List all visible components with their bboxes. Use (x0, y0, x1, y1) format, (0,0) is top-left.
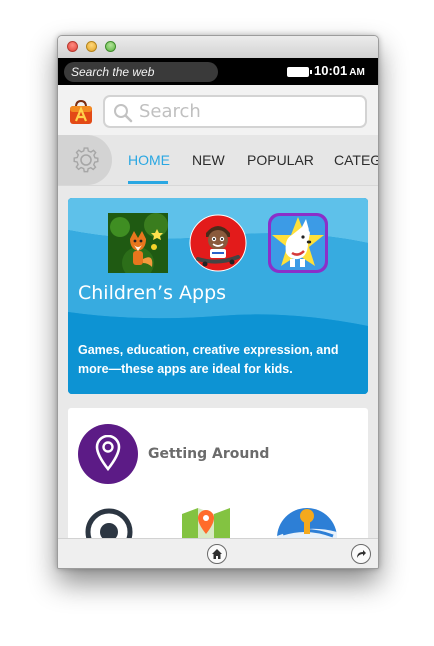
forward-icon (357, 550, 366, 558)
marketplace-logo-icon (68, 99, 94, 125)
app-window: Search the web 10:01 AM Search HOME NEW … (57, 35, 379, 569)
map-pin-icon (95, 435, 121, 471)
target-app-icon[interactable] (83, 506, 135, 538)
collection-card-getting-around[interactable]: Getting Around (68, 408, 368, 538)
navigation-app-icon[interactable] (277, 506, 339, 538)
clock-time: 10:01 (314, 63, 348, 78)
settings-button[interactable] (58, 135, 112, 185)
bottom-toolbar (58, 538, 378, 568)
home-icon (212, 549, 222, 559)
tab-home[interactable]: HOME (128, 152, 170, 168)
tab-categories[interactable]: CATEGORIES (334, 152, 378, 168)
featured-title: Children’s Apps (78, 282, 227, 304)
collection-icon (78, 424, 138, 484)
battery-icon (287, 67, 312, 77)
content-scroll-area[interactable]: Children’s Apps Games, education, creati… (58, 186, 378, 538)
web-search-pill[interactable]: Search the web (64, 62, 218, 82)
tab-new[interactable]: NEW (192, 152, 225, 168)
skater-kid-app-icon[interactable] (188, 213, 248, 273)
dog-star-app-icon[interactable] (268, 213, 328, 273)
fox-game-app-icon[interactable] (108, 213, 168, 279)
home-button[interactable] (207, 544, 227, 564)
status-clock: 10:01 AM (314, 63, 365, 78)
active-tab-indicator (128, 181, 168, 184)
search-icon (114, 104, 133, 123)
clock-ampm: AM (349, 67, 365, 78)
featured-banner-childrens-apps[interactable]: Children’s Apps Games, education, creati… (68, 198, 368, 394)
window-minimize-button[interactable] (86, 41, 97, 52)
tab-bar: HOME NEW POPULAR CATEGORIES (58, 135, 378, 186)
featured-description: Games, education, creative expression, a… (78, 343, 339, 376)
window-close-button[interactable] (67, 41, 78, 52)
search-placeholder: Search (139, 101, 201, 122)
gear-icon (73, 147, 99, 173)
tab-popular[interactable]: POPULAR (247, 152, 314, 168)
window-maximize-button[interactable] (105, 41, 116, 52)
search-field[interactable]: Search (103, 95, 367, 128)
forward-button[interactable] (351, 544, 371, 564)
collection-title: Getting Around (148, 446, 270, 462)
status-bar: Search the web 10:01 AM (58, 58, 378, 85)
maps-app-icon[interactable] (180, 506, 236, 538)
window-titlebar (58, 36, 378, 59)
